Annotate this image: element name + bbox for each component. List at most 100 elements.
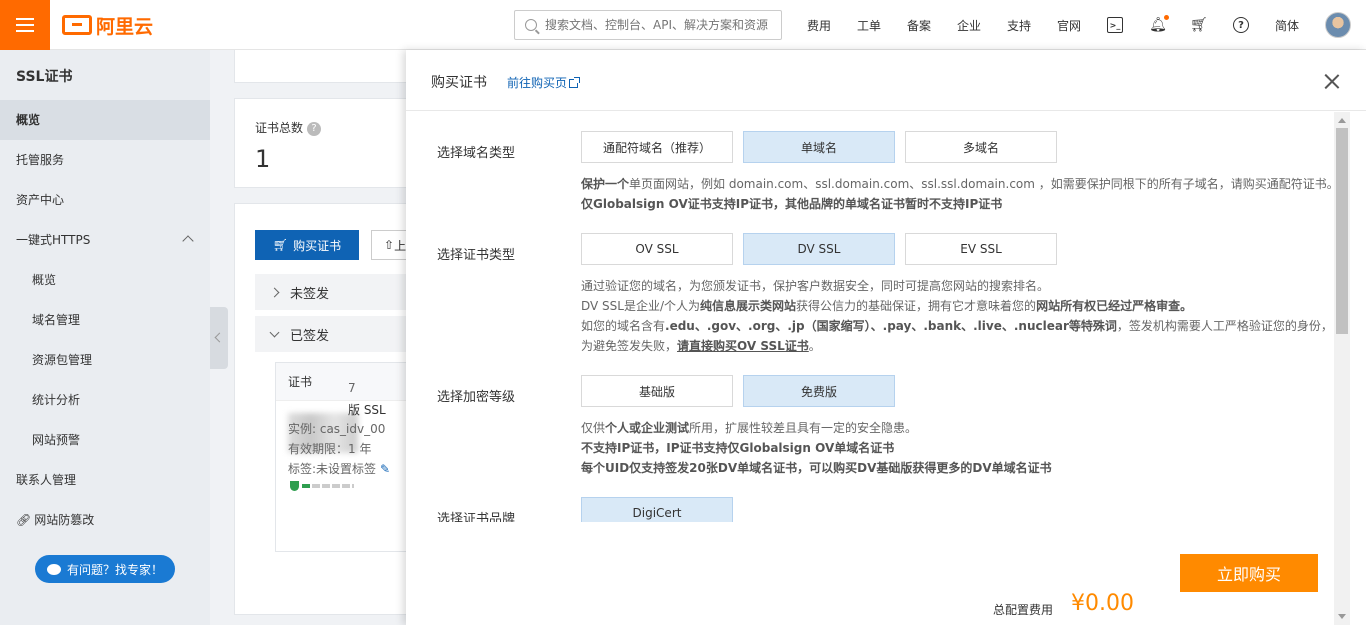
option-dv-ssl[interactable]: DV SSL bbox=[743, 233, 895, 265]
option-ov-ssl[interactable]: OV SSL bbox=[581, 233, 733, 265]
cart-icon: 🛒︎ bbox=[272, 238, 289, 252]
external-link-icon bbox=[569, 77, 581, 88]
cert-tag-text: 标签:未设置标签 bbox=[288, 462, 377, 476]
desc-text: 仅供 bbox=[581, 421, 606, 435]
cert-type-text: 版 SSL bbox=[348, 403, 386, 417]
sidebar-item-managed-service[interactable]: 托管服务 bbox=[0, 140, 210, 180]
cert-type-desc-1: 通过验证您的域名，为您颁发证书，保护客户数据安全，同时可提高您网站的搜索排名。 bbox=[581, 279, 1050, 293]
sidebar-subitem-site-alert[interactable]: 网站预警 bbox=[0, 420, 210, 460]
desc-bold: 每个UID仅支持签发20张DV单域名证书，可以购买DV基础版获得更多的DV单域名… bbox=[581, 461, 1052, 475]
search-input[interactable] bbox=[545, 18, 775, 32]
sidebar-item-label: 一键式HTTPS bbox=[16, 233, 91, 247]
sidebar-item-overview[interactable]: 概览 bbox=[0, 100, 210, 140]
desc-text: 所用，扩展性较差且具有一定的安全隐患。 bbox=[689, 421, 918, 435]
goto-purchase-page-link[interactable]: 前往购买页 bbox=[507, 74, 581, 91]
edit-icon[interactable]: ✎ bbox=[380, 462, 390, 476]
desc-bold: 仅Globalsign OV证书支持IP证书，其他品牌的单域名证书暂时不支持IP… bbox=[581, 197, 1003, 211]
desc-text: 获得公信力的基础保证，拥有它才意味着您的 bbox=[796, 299, 1037, 313]
cert-validity: 有效期限：1 年 bbox=[288, 442, 372, 456]
nav-enterprise[interactable]: 企业 bbox=[944, 17, 994, 34]
chevron-right-icon bbox=[269, 287, 280, 297]
question-icon[interactable]: ? bbox=[307, 121, 322, 136]
link-icon: 🔗︎ bbox=[16, 513, 32, 527]
desc-text: ，签发机构需要人工严格验证您的身份， bbox=[1116, 319, 1333, 333]
cert-total-label: 证书总数? bbox=[255, 119, 322, 136]
ask-expert-label: 有问题？找专家！ bbox=[66, 562, 163, 577]
cert-instance: 实例: cas_idv_00 bbox=[288, 422, 386, 436]
cert-name-text: 7 bbox=[348, 381, 356, 395]
drawer-body: 选择域名类型 通配符域名（推荐） 单域名 多域名 保护一个单页面网站，例如 do… bbox=[406, 112, 1334, 522]
help-icon[interactable]: ? bbox=[1233, 17, 1249, 33]
cert-column-header: 证书 bbox=[276, 363, 414, 401]
upload-label: 上 bbox=[394, 238, 407, 253]
search-icon bbox=[525, 19, 537, 31]
chat-bubble-icon bbox=[46, 563, 61, 575]
sidebar-collapse-handle[interactable] bbox=[210, 307, 228, 369]
drawer-header: 购买证书 前往购买页 bbox=[406, 50, 1366, 111]
option-wildcard-domain[interactable]: 通配符域名（推荐） bbox=[581, 131, 733, 163]
sidebar-subitem-statistics[interactable]: 统计分析 bbox=[0, 380, 210, 420]
option-digicert[interactable]: DigiCert bbox=[581, 497, 733, 522]
goto-purchase-text: 前往购买页 bbox=[507, 76, 568, 90]
scroll-thumb[interactable] bbox=[1336, 128, 1348, 334]
top-bar: 阿里云 费用 工单 备案 企业 支持 官网 >_ 🔔︎ 🛒︎ ? 简体 bbox=[0, 0, 1366, 50]
drawer-scrollbar[interactable] bbox=[1334, 112, 1350, 625]
unsigned-label: 未签发 bbox=[290, 286, 330, 302]
top-nav: 费用 工单 备案 企业 支持 官网 bbox=[794, 0, 1094, 50]
scroll-down-arrow-icon[interactable] bbox=[1338, 614, 1346, 619]
desc-text: 为避免签发失败， bbox=[581, 339, 678, 353]
nav-fees[interactable]: 费用 bbox=[794, 17, 844, 34]
cert-item-card: 证书 7 版 SSL 实例: cas_idv_00 有效期限：1 年 标签:未设… bbox=[275, 362, 415, 552]
sidebar-item-asset-center[interactable]: 资产中心 bbox=[0, 180, 210, 220]
notification-dot bbox=[1164, 15, 1169, 20]
chevron-down-icon bbox=[269, 327, 280, 337]
desc-bold: 个人或企业测试 bbox=[605, 421, 690, 435]
chevron-up-icon bbox=[182, 235, 194, 247]
domain-type-desc-2: 仅Globalsign OV证书支持IP证书，其他品牌的单域名证书暂时不支持IP… bbox=[581, 194, 1002, 214]
nav-tickets[interactable]: 工单 bbox=[844, 17, 894, 34]
cert-total-card: 证书总数? 1 bbox=[234, 98, 434, 188]
cart-icon[interactable]: 🛒︎ bbox=[1190, 17, 1208, 33]
buy-cert-button[interactable]: 🛒︎ 购买证书 bbox=[255, 230, 359, 260]
buy-cert-label: 购买证书 bbox=[293, 238, 342, 253]
cert-brand-label: 选择证书品牌 bbox=[437, 512, 516, 522]
ask-expert-button[interactable]: 有问题？找专家！ bbox=[35, 555, 175, 583]
aliyun-logo[interactable]: 阿里云 bbox=[62, 13, 154, 38]
encryption-desc-2: 不支持IP证书，IP证书支持仅Globalsign OV单域名证书 bbox=[581, 438, 894, 458]
sidebar-subitem-domain-management[interactable]: 域名管理 bbox=[0, 300, 210, 340]
cert-total-text: 证书总数 bbox=[255, 121, 304, 135]
user-avatar[interactable] bbox=[1325, 12, 1351, 38]
sidebar-subitem-package-management[interactable]: 资源包管理 bbox=[0, 340, 210, 380]
nav-support[interactable]: 支持 bbox=[994, 17, 1044, 34]
desc-bold: 纯信息展示类网站 bbox=[700, 299, 797, 313]
buy-ov-ssl-link[interactable]: 请直接购买OV SSL证书 bbox=[677, 339, 809, 353]
nav-icp[interactable]: 备案 bbox=[894, 17, 944, 34]
sidebar-item-anti-tamper[interactable]: 🔗︎ 网站防篡改 bbox=[0, 500, 210, 540]
cert-tag: 标签:未设置标签 ✎ bbox=[288, 460, 390, 477]
desc-text: 单页面网站，例如 domain.com、ssl.domain.com、ssl.s… bbox=[629, 177, 1334, 191]
terminal-icon[interactable]: >_ bbox=[1107, 17, 1123, 33]
option-free[interactable]: 免费版 bbox=[743, 375, 895, 407]
sidebar-subitem-overview[interactable]: 概览 bbox=[0, 260, 210, 300]
option-basic[interactable]: 基础版 bbox=[581, 375, 733, 407]
sidebar-item-one-click-https[interactable]: 一键式HTTPS bbox=[0, 220, 210, 260]
nav-official-site[interactable]: 官网 bbox=[1044, 17, 1094, 34]
close-icon[interactable] bbox=[1324, 73, 1340, 89]
desc-bold: 保护一个 bbox=[581, 177, 630, 191]
logo-text: 阿里云 bbox=[96, 15, 154, 38]
shield-icon bbox=[290, 481, 299, 491]
bell-icon[interactable]: 🔔︎ bbox=[1149, 17, 1167, 33]
encryption-level-label: 选择加密等级 bbox=[437, 390, 516, 405]
sidebar-item-contacts[interactable]: 联系人管理 bbox=[0, 460, 210, 500]
hamburger-menu-icon[interactable] bbox=[0, 0, 50, 50]
cert-list-card: 🛒︎ 购买证书 ⇧ 上 未签发 已签发 证书 7 版 SSL 实例: cas_id… bbox=[234, 203, 435, 615]
desc-bold: .edu、.gov、.org、.jp（国家缩写）、.pay、.bank、.liv… bbox=[665, 319, 1117, 333]
option-multi-domain[interactable]: 多域名 bbox=[905, 131, 1057, 163]
scroll-up-arrow-icon[interactable] bbox=[1338, 118, 1346, 123]
option-single-domain[interactable]: 单域名 bbox=[743, 131, 895, 163]
option-ev-ssl[interactable]: EV SSL bbox=[905, 233, 1057, 265]
search-box[interactable] bbox=[514, 10, 782, 40]
language-switch[interactable]: 简体 bbox=[1275, 17, 1299, 34]
total-cost-label: 总配置费用 bbox=[993, 603, 1054, 617]
buy-now-button[interactable]: 立即购买 bbox=[1180, 554, 1318, 592]
